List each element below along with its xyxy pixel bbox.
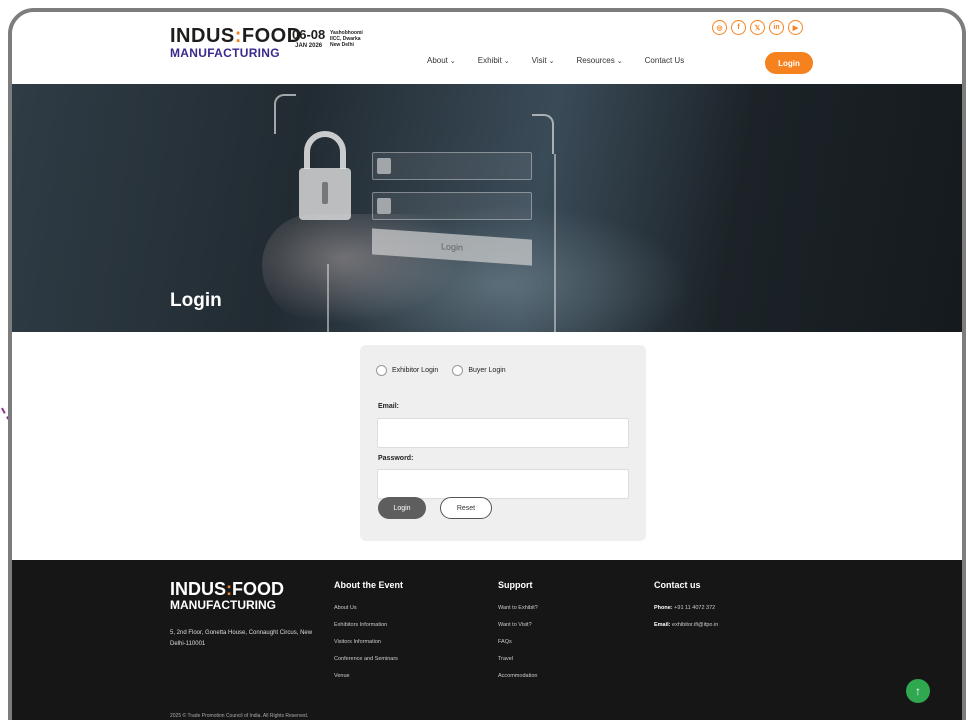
padlock-icon	[299, 131, 351, 220]
footer-link[interactable]: Exhibitors Information	[334, 617, 403, 634]
footer-email: Email: exhibitor.ifi@itpo.in	[654, 617, 718, 634]
logo-manufacturing: MANUFACTURING	[170, 46, 280, 60]
site-footer: INDUS:FOOD MANUFACTURING 5, 2nd Floor, G…	[12, 560, 962, 720]
nav-visit[interactable]: Visit ⌄	[532, 56, 555, 65]
login-form-card: Exhibitor Login Buyer Login Email: Passw…	[360, 345, 646, 541]
nav-label: Contact Us	[644, 56, 685, 65]
email-field[interactable]	[377, 418, 629, 448]
event-days: 06-08	[292, 27, 326, 42]
linkedin-icon[interactable]: in	[769, 20, 784, 35]
footer-link[interactable]: FAQs	[498, 634, 538, 651]
footer-logo[interactable]: INDUS:FOOD MANUFACTURING	[170, 580, 284, 612]
facebook-icon[interactable]: f	[731, 20, 746, 35]
hero-decor-bracket	[532, 114, 554, 154]
footer-link[interactable]: Want to Visit?	[498, 617, 538, 634]
nav-resources[interactable]: Resources ⌄	[577, 56, 623, 65]
hero-banner: Login Login	[12, 84, 962, 332]
footer-contact-column: Contact us Phone: +91 11 4072 372 Email:…	[654, 580, 718, 634]
hero-decor-line	[327, 264, 329, 332]
venue-line: New Delhi	[330, 42, 354, 48]
footer-address: 5, 2nd Floor, Gonetta House, Connaught C…	[170, 630, 313, 647]
email-contact-label: Email:	[654, 622, 671, 628]
email-label: Email:	[378, 403, 400, 410]
logo-word-indus: INDUS	[170, 25, 235, 47]
footer-link[interactable]: Venue	[334, 668, 403, 685]
hero-ghost-password-field	[372, 192, 532, 220]
chevron-down-icon: ⌄	[616, 58, 623, 65]
footer-logo-manufacturing: MANUFACTURING	[170, 598, 276, 612]
user-icon	[377, 158, 391, 174]
x-icon[interactable]: 𝕏	[750, 20, 765, 35]
login-type-selector: Exhibitor Login Buyer Login	[376, 365, 520, 376]
footer-link[interactable]: Want to Exhibit?	[498, 600, 538, 617]
footer-support-column: Support Want to Exhibit? Want to Visit? …	[498, 580, 538, 685]
chevron-down-icon: ⌄	[503, 58, 510, 65]
social-links: ◎ f 𝕏 in ▶	[712, 20, 803, 35]
footer-logo-indus: INDUS	[170, 579, 227, 599]
login-submit-button[interactable]: Login	[378, 497, 426, 519]
site-logo[interactable]: INDUS:FOOD MANUFACTURING	[170, 26, 302, 60]
event-date: 06-08 JAN 2026	[292, 28, 325, 50]
nav-label: Visit	[531, 56, 547, 65]
reset-button[interactable]: Reset	[440, 497, 492, 519]
instagram-icon[interactable]: ◎	[712, 20, 727, 35]
footer-link[interactable]: Visitors Information	[334, 634, 403, 651]
buyer-login-radio[interactable]	[452, 365, 464, 376]
browser-frame: INDUS:FOOD MANUFACTURING 06-08 JAN 2026 …	[8, 8, 966, 720]
chevron-down-icon: ⌄	[449, 58, 456, 65]
header-login-button[interactable]: Login	[765, 52, 813, 74]
nav-about[interactable]: About ⌄	[427, 56, 456, 65]
event-month: JAN 2026	[295, 43, 323, 49]
phone-value[interactable]: +91 11 4072 372	[674, 605, 715, 611]
hero-hand-image	[262, 214, 462, 324]
copyright-text: 2025 © Trade Promotion Council of India.…	[170, 713, 309, 719]
page-title: Login	[170, 290, 222, 311]
hero-decor-line	[554, 154, 556, 332]
exhibitor-login-label[interactable]: Exhibitor Login	[392, 367, 438, 374]
email-contact-value[interactable]: exhibitor.ifi@itpo.in	[672, 622, 718, 628]
footer-link[interactable]: Accommodation	[498, 668, 538, 685]
footer-support-heading: Support	[498, 580, 533, 590]
nav-label: Exhibit	[477, 56, 502, 65]
nav-label: About	[427, 56, 448, 65]
footer-contact-heading: Contact us	[654, 580, 701, 590]
scroll-to-top-button[interactable]: ↑	[906, 679, 930, 703]
footer-logo-food: FOOD	[232, 579, 285, 599]
lock-icon	[377, 198, 391, 214]
password-field[interactable]	[377, 469, 629, 499]
logo-colon: :	[234, 25, 242, 47]
phone-label: Phone:	[654, 605, 673, 611]
nav-label: Resources	[576, 56, 615, 65]
footer-about-column: About the Event About Us Exhibitors Info…	[334, 580, 403, 685]
footer-phone: Phone: +91 11 4072 372	[654, 600, 718, 617]
site-header: INDUS:FOOD MANUFACTURING 06-08 JAN 2026 …	[12, 12, 962, 84]
nav-contact[interactable]: Contact Us	[645, 56, 685, 65]
password-label: Password:	[378, 455, 414, 462]
footer-link[interactable]: About Us	[334, 600, 403, 617]
nav-exhibit[interactable]: Exhibit ⌄	[478, 56, 510, 65]
hero-ghost-username-field	[372, 152, 532, 180]
event-venue: Yashobhoomi IICC, Dwarka New Delhi	[330, 30, 380, 48]
youtube-icon[interactable]: ▶	[788, 20, 803, 35]
footer-link[interactable]: Conference and Seminars	[334, 651, 403, 668]
hero-decor-bracket	[274, 94, 296, 134]
footer-about-heading: About the Event	[334, 580, 403, 590]
main-nav: About ⌄ Exhibit ⌄ Visit ⌄ Resources ⌄ Contac…	[427, 56, 706, 65]
buyer-login-label[interactable]: Buyer Login	[468, 367, 505, 374]
chevron-down-icon: ⌄	[548, 58, 555, 65]
footer-link[interactable]: Travel	[498, 651, 538, 668]
exhibitor-login-radio[interactable]	[376, 365, 387, 376]
screenshot-stage: INDUS:FOOD MANUFACTURING 06-08 JAN 2026 …	[0, 0, 970, 720]
